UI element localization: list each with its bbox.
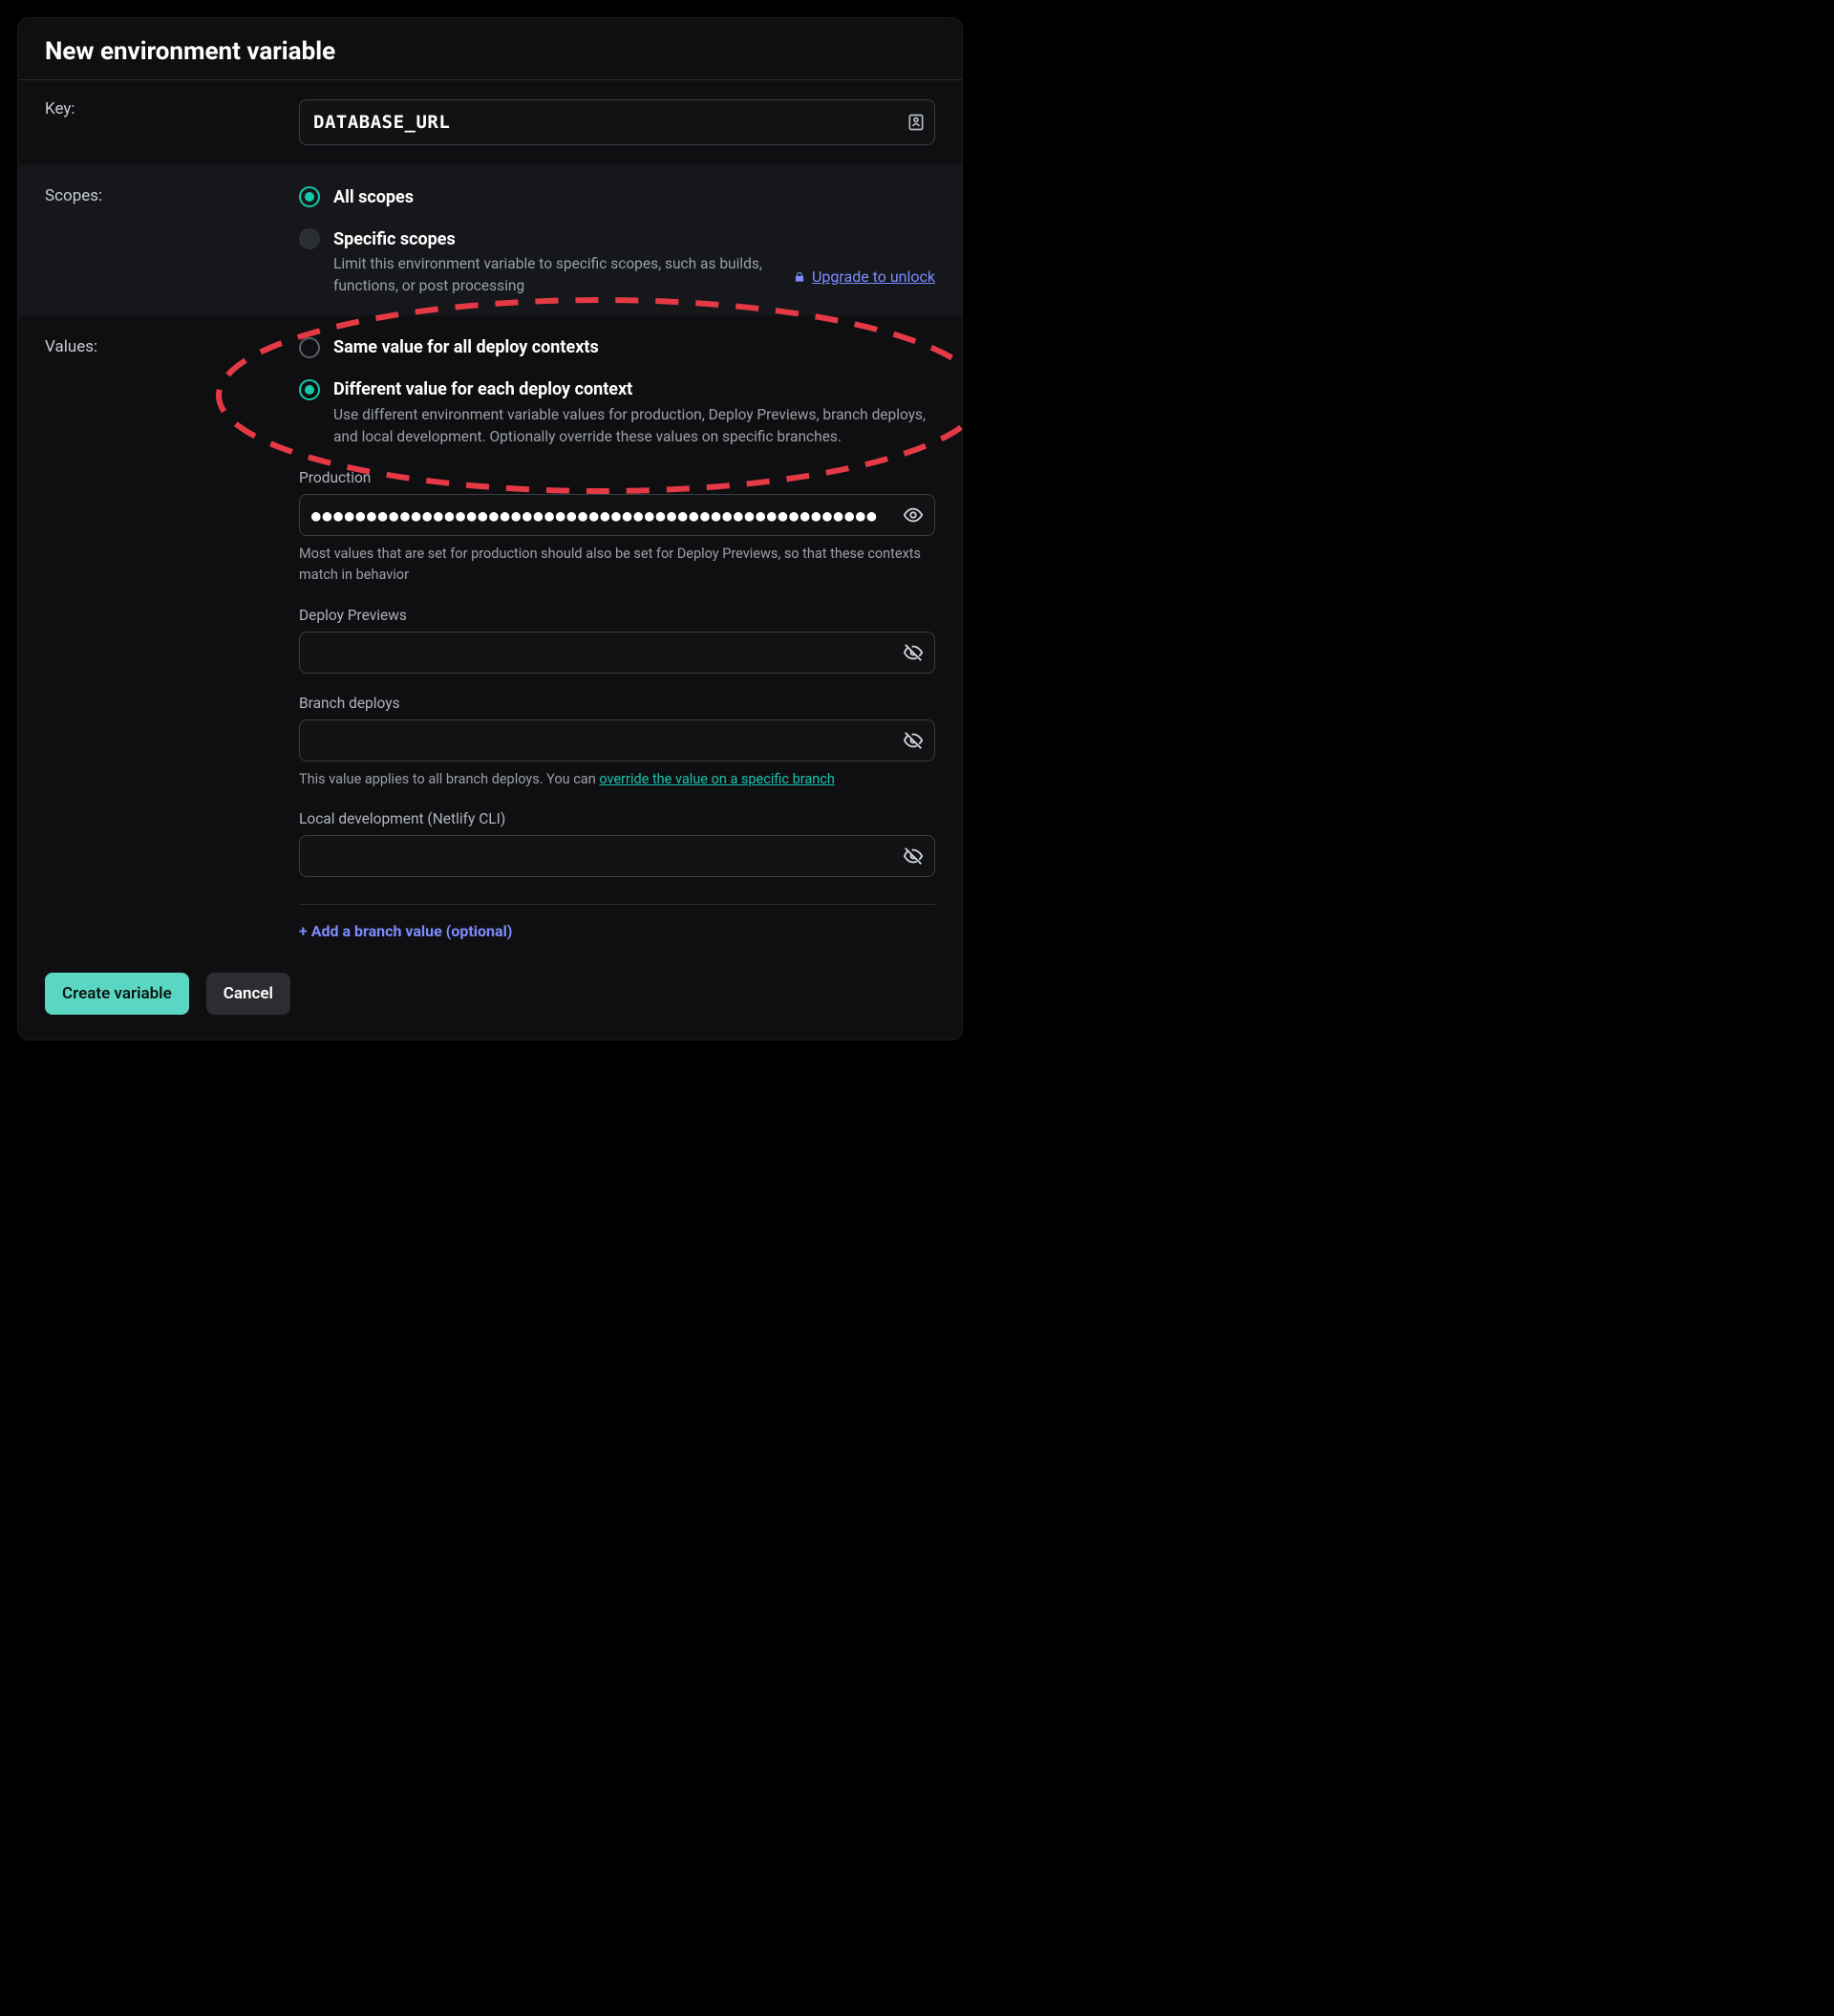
dialog-title: New environment variable bbox=[18, 18, 962, 80]
key-label: Key: bbox=[45, 99, 284, 145]
contact-card-icon bbox=[906, 113, 926, 132]
values-different-label: Different value for each deploy context bbox=[333, 379, 632, 399]
branch-deploys-input[interactable] bbox=[299, 719, 935, 761]
radio-disabled-icon bbox=[299, 228, 320, 249]
branch-deploys-help: This value applies to all branch deploys… bbox=[299, 769, 935, 790]
override-specific-branch-link[interactable]: override the value on a specific branch bbox=[599, 771, 834, 787]
values-label: Values: bbox=[45, 337, 284, 941]
branch-deploys-help-prefix: This value applies to all branch deploys… bbox=[299, 771, 599, 787]
local-dev-input[interactable] bbox=[299, 835, 935, 877]
cancel-button[interactable]: Cancel bbox=[206, 973, 290, 1015]
values-different-desc: Use different environment variable value… bbox=[333, 404, 935, 449]
deploy-previews-input[interactable] bbox=[299, 632, 935, 674]
scope-all-scopes-label: All scopes bbox=[333, 187, 414, 207]
env-var-dialog: New environment variable Key: Scopes: bbox=[17, 17, 963, 1040]
eye-off-icon[interactable] bbox=[903, 846, 924, 867]
scope-specific-scopes-desc: Limit this environment variable to speci… bbox=[333, 253, 783, 298]
lock-icon bbox=[793, 269, 806, 283]
eye-off-icon[interactable] bbox=[903, 642, 924, 663]
values-same[interactable]: Same value for all deploy contexts bbox=[299, 337, 935, 358]
eye-icon[interactable] bbox=[903, 504, 924, 525]
radio-unselected-icon bbox=[299, 337, 320, 358]
key-input[interactable] bbox=[299, 99, 935, 145]
values-different[interactable]: Different value for each deploy context bbox=[299, 379, 935, 400]
production-input[interactable] bbox=[299, 494, 935, 536]
scope-all-scopes[interactable]: All scopes bbox=[299, 186, 935, 207]
upgrade-to-unlock-link[interactable]: Upgrade to unlock bbox=[812, 268, 935, 286]
radio-selected-icon bbox=[299, 186, 320, 207]
eye-off-icon[interactable] bbox=[903, 730, 924, 751]
production-help: Most values that are set for production … bbox=[299, 544, 935, 586]
values-same-label: Same value for all deploy contexts bbox=[333, 337, 599, 357]
add-branch-value-button[interactable]: + Add a branch value (optional) bbox=[299, 922, 935, 940]
divider bbox=[299, 904, 935, 905]
local-dev-label: Local development (Netlify CLI) bbox=[299, 810, 935, 827]
deploy-previews-label: Deploy Previews bbox=[299, 607, 935, 624]
branch-deploys-label: Branch deploys bbox=[299, 695, 935, 712]
production-label: Production bbox=[299, 469, 935, 486]
scope-specific-scopes: Specific scopes bbox=[299, 228, 783, 249]
scopes-label: Scopes: bbox=[45, 186, 284, 205]
create-variable-button[interactable]: Create variable bbox=[45, 973, 189, 1015]
scope-specific-scopes-label: Specific scopes bbox=[333, 229, 456, 249]
radio-selected-icon bbox=[299, 379, 320, 400]
